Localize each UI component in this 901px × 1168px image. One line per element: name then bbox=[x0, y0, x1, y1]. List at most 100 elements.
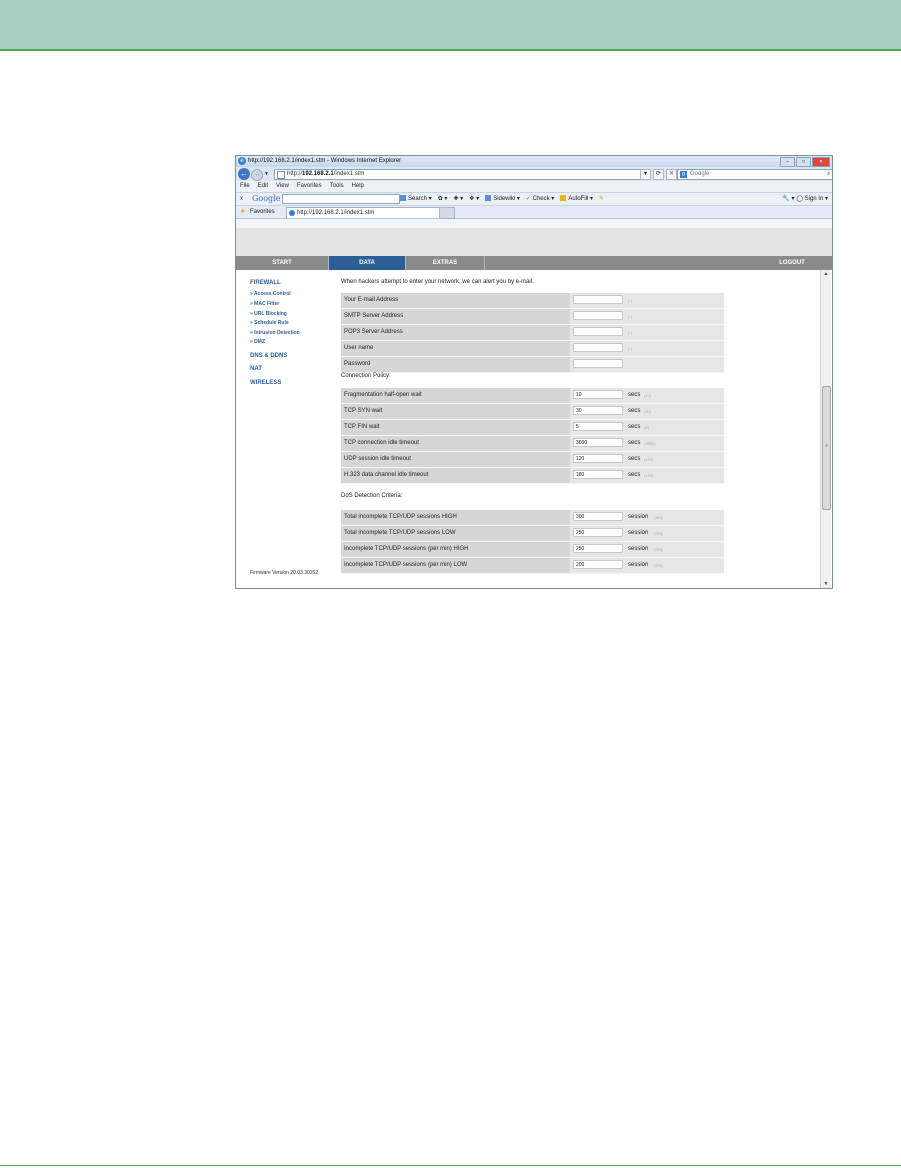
total-sessions-low-field[interactable]: 250 bbox=[573, 528, 623, 537]
share-icon[interactable]: ✚ ▾ bbox=[453, 193, 463, 205]
favorites-star-icon[interactable]: ★ bbox=[240, 206, 245, 218]
favorites-button[interactable]: Favorites bbox=[250, 206, 275, 218]
smtp-server-field[interactable] bbox=[573, 311, 623, 320]
google-search-input[interactable] bbox=[282, 194, 400, 204]
pencil-icon[interactable]: ✎ bbox=[599, 193, 604, 205]
tab-data[interactable]: DATA bbox=[329, 256, 406, 270]
address-input[interactable]: http://192.168.2.1/index1.stm bbox=[274, 169, 651, 180]
table-row: TCP FIN wait 5 secs (5) bbox=[341, 420, 724, 436]
tab-ie-icon bbox=[289, 210, 295, 216]
sidebar-sub-intrusion-detection[interactable]: » Intrusion Detection bbox=[250, 330, 300, 336]
page-top-band bbox=[0, 0, 901, 51]
total-sessions-high-field[interactable]: 300 bbox=[573, 512, 623, 521]
table-row: Incomplete TCP/UDP sessions (per min) LO… bbox=[341, 558, 724, 574]
popup-blocker-icon[interactable]: ❖ ▾ bbox=[469, 193, 479, 205]
forward-arrow-icon[interactable]: → bbox=[251, 169, 263, 181]
google-search-button[interactable]: Search ▾ bbox=[400, 193, 432, 205]
google-logo: Google bbox=[252, 194, 281, 203]
browser-title-bar: e http://192.168.2.1/index1.stm - Window… bbox=[236, 156, 832, 167]
menu-favorites[interactable]: Favorites bbox=[297, 181, 322, 192]
google-icon: g bbox=[680, 171, 687, 178]
pop3-server-field[interactable] bbox=[573, 327, 623, 336]
google-sign-in[interactable]: 🔧 ▾ ◯ Sign In ▾ bbox=[782, 193, 828, 205]
browser-title: http://192.168.2.1/index1.stm - Windows … bbox=[248, 158, 402, 164]
sidebar-item-nat[interactable]: NAT bbox=[250, 366, 262, 372]
close-icon[interactable]: ✕ bbox=[812, 157, 830, 167]
sidewiki-button[interactable]: Sidewiki ▾ bbox=[485, 193, 520, 205]
refresh-icon[interactable]: ⟳ bbox=[653, 169, 664, 180]
table-row: SMTP Server Address ( ) bbox=[341, 309, 724, 325]
tab-start[interactable]: START bbox=[236, 256, 329, 270]
table-row: UDP session idle timeout 120 secs (120) bbox=[341, 452, 724, 468]
email-address-field[interactable] bbox=[573, 295, 623, 304]
google-search-icon bbox=[400, 195, 406, 202]
router-header bbox=[236, 228, 832, 256]
sidewiki-icon bbox=[485, 195, 492, 202]
tcp-idle-timeout-field[interactable]: 3600 bbox=[573, 438, 623, 447]
router-page: START DATA EXTRAS LOGOUT FIREWALL » Acce… bbox=[236, 228, 832, 588]
router-nav: START DATA EXTRAS LOGOUT bbox=[236, 256, 832, 270]
address-bar-row: ← → ▼ http://192.168.2.1/index1.stm ▾ ⟳ … bbox=[236, 167, 832, 181]
browser-tab[interactable]: http://192.168.2.1/index1.stm bbox=[286, 207, 448, 218]
table-row: Incomplete TCP/UDP sessions (per min) HI… bbox=[341, 542, 724, 558]
h323-idle-timeout-field[interactable]: 180 bbox=[573, 470, 623, 479]
router-sidebar: FIREWALL » Access Control » MAC Filter »… bbox=[236, 270, 328, 588]
check-icon: ✓ bbox=[525, 196, 531, 202]
menu-view[interactable]: View bbox=[276, 181, 289, 192]
email-alert-table: Your E-mail Address ( ) SMTP Server Addr… bbox=[341, 293, 724, 373]
connection-policy-table: Fragmentation half-open wait 10 secs (10) … bbox=[341, 388, 724, 484]
menu-tools[interactable]: Tools bbox=[330, 181, 344, 192]
menu-help[interactable]: Help bbox=[352, 181, 364, 192]
sidebar-sub-access-control[interactable]: » Access Control bbox=[250, 291, 291, 297]
scroll-up-icon[interactable]: ▲ bbox=[821, 270, 831, 278]
sidebar-item-firewall[interactable]: FIREWALL bbox=[250, 280, 281, 286]
stop-icon[interactable]: ✕ bbox=[666, 169, 677, 180]
menu-file[interactable]: File bbox=[240, 181, 250, 192]
dos-criteria-table: Total incomplete TCP/UDP sessions HIGH 3… bbox=[341, 510, 724, 574]
scroll-thumb[interactable]: ≡ bbox=[822, 386, 831, 510]
new-tab-button[interactable] bbox=[439, 207, 455, 219]
table-row: H.323 data channel idle timeout 180 secs(… bbox=[341, 468, 724, 484]
table-row: Password bbox=[341, 357, 724, 373]
content-scrollbar[interactable]: ▲ ≡ ▼ bbox=[820, 270, 831, 588]
address-dropdown-icon[interactable]: ▾ bbox=[640, 169, 651, 180]
per-min-sessions-high-field[interactable]: 250 bbox=[573, 544, 623, 553]
sidebar-sub-url-blocking[interactable]: » URL Blocking bbox=[250, 311, 287, 317]
menu-edit[interactable]: Edit bbox=[258, 181, 268, 192]
check-button[interactable]: ✓ Check ▾ bbox=[526, 193, 554, 205]
search-input[interactable]: g Google ⌕ ▾ bbox=[677, 169, 832, 180]
fragmentation-wait-field[interactable]: 10 bbox=[573, 390, 623, 399]
tcp-syn-wait-field[interactable]: 30 bbox=[573, 406, 623, 415]
table-row: Total incomplete TCP/UDP sessions LOW 25… bbox=[341, 526, 724, 542]
search-icon[interactable]: ⌕ ▾ bbox=[827, 170, 832, 179]
username-field[interactable] bbox=[573, 343, 623, 352]
autofill-button[interactable]: AutoFill ▾ bbox=[560, 193, 593, 205]
tcp-fin-wait-field[interactable]: 5 bbox=[573, 422, 623, 431]
page-bottom-rule bbox=[0, 1165, 901, 1166]
history-dropdown-icon[interactable]: ▼ bbox=[264, 171, 269, 177]
password-field[interactable] bbox=[573, 359, 623, 368]
page-icon bbox=[277, 171, 285, 179]
logout-button[interactable]: LOGOUT bbox=[752, 256, 832, 270]
intro-text: When hackers attempt to enter your netwo… bbox=[341, 279, 534, 285]
google-toolbar-close-icon[interactable]: x bbox=[240, 193, 243, 205]
firmware-version: Firmware Version 20.03.30262 bbox=[250, 570, 319, 576]
connection-policy-label: Connection Policy: bbox=[341, 373, 391, 379]
tab-extras[interactable]: EXTRAS bbox=[406, 256, 485, 270]
maximize-icon[interactable]: □ bbox=[796, 157, 811, 167]
window-controls: – □ ✕ bbox=[780, 157, 830, 167]
sidebar-sub-mac-filter[interactable]: » MAC Filter bbox=[250, 301, 279, 307]
sidebar-item-dns-ddns[interactable]: DNS & DDNS bbox=[250, 353, 287, 359]
table-row: User name ( ) bbox=[341, 341, 724, 357]
minimize-icon[interactable]: – bbox=[780, 157, 795, 167]
udp-idle-timeout-field[interactable]: 120 bbox=[573, 454, 623, 463]
bookmark-icon[interactable]: ✿ ▾ bbox=[438, 193, 448, 205]
google-toolbar-tools: Search ▾ ✿ ▾ ✚ ▾ ❖ ▾ Sidewiki ▾ ✓ Check … bbox=[400, 193, 604, 205]
per-min-sessions-low-field[interactable]: 200 bbox=[573, 560, 623, 569]
sidebar-sub-schedule-rule[interactable]: » Schedule Rule bbox=[250, 320, 289, 326]
intrusion-detection-content: When hackers attempt to enter your netwo… bbox=[328, 270, 820, 588]
back-arrow-icon[interactable]: ← bbox=[238, 168, 250, 180]
sidebar-item-wireless[interactable]: WIRELESS bbox=[250, 380, 281, 386]
scroll-down-icon[interactable]: ▼ bbox=[821, 580, 831, 588]
sidebar-sub-dmz[interactable]: » DMZ bbox=[250, 339, 265, 345]
